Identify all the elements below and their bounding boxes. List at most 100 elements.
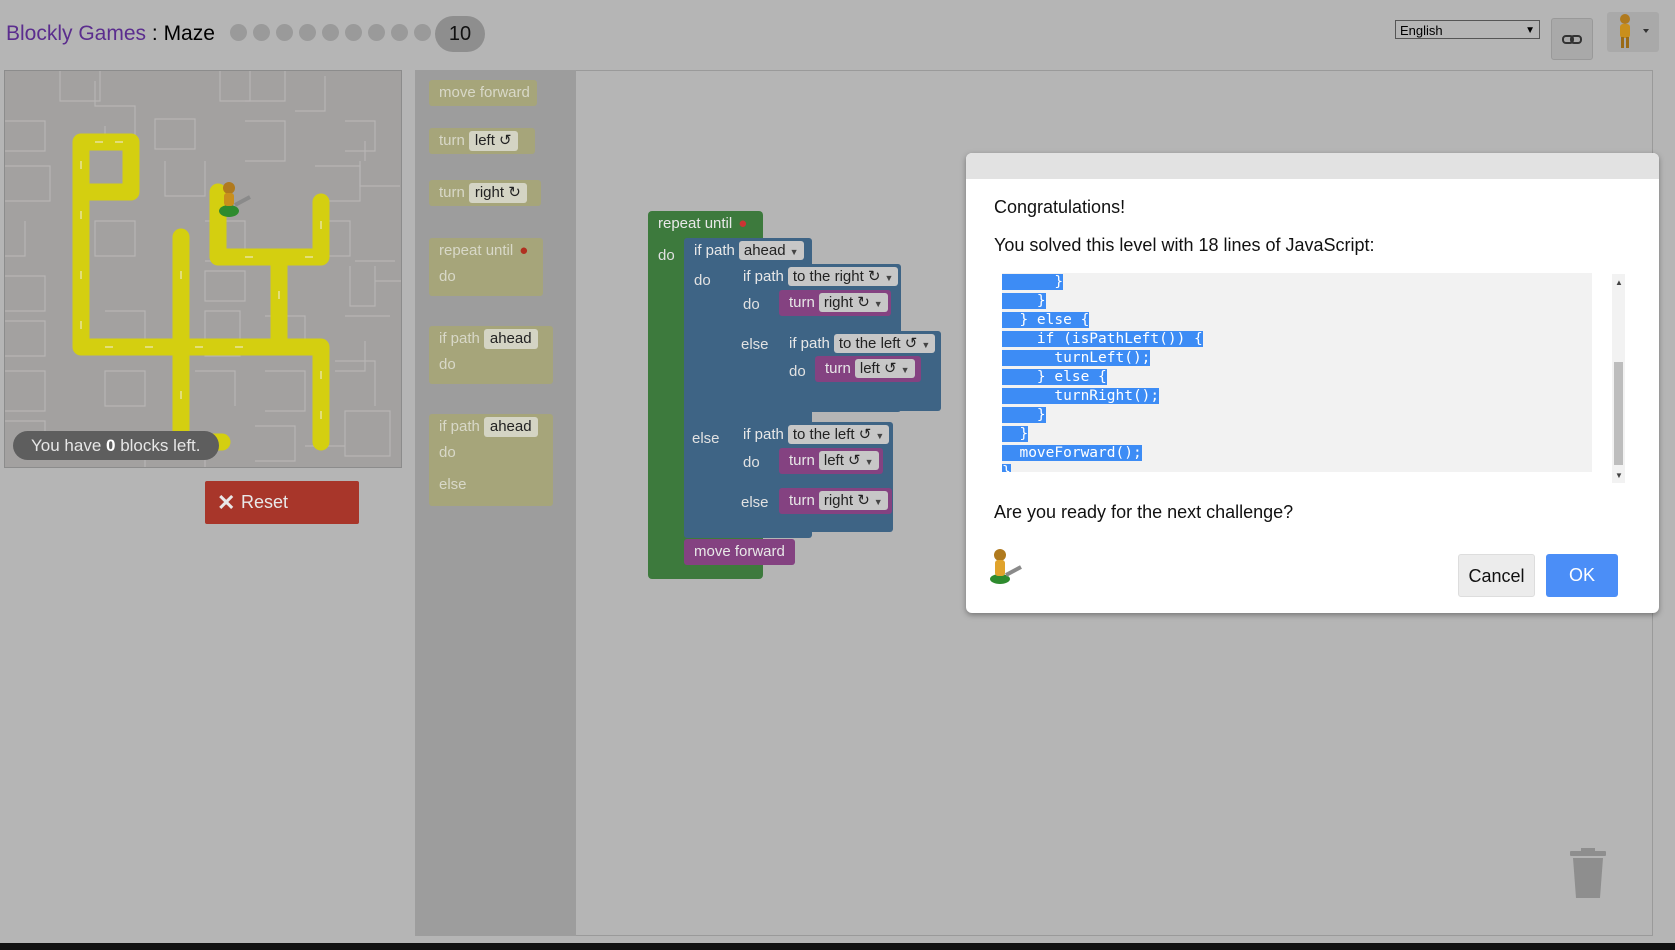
block-label: do <box>743 454 760 471</box>
avatar-menu-button[interactable] <box>1607 12 1659 52</box>
language-value: English <box>1400 23 1443 38</box>
dialog-solved-text: You solved this level with 18 lines of J… <box>994 235 1375 255</box>
dropdown-arrow-icon: ▼ <box>873 497 883 507</box>
block-label: if path <box>743 268 784 285</box>
block-label: do <box>789 363 806 380</box>
close-icon: ✕ <box>217 490 236 515</box>
code-line-text: } <box>1002 293 1046 309</box>
level-dot-6[interactable] <box>345 24 362 41</box>
toolbox-if-else-block[interactable]: if path ahead do else <box>429 414 553 506</box>
congratulations-dialog: Congratulations! You solved this level w… <box>966 153 1659 613</box>
toolbox-move-forward-block[interactable]: move forward <box>429 80 537 106</box>
code-scrollbar[interactable]: ▲ ▼ <box>1612 274 1625 483</box>
page-title: Blockly Games : Maze <box>6 22 215 46</box>
path-field[interactable]: ahead <box>483 329 538 349</box>
code-line: } <box>1002 292 1046 311</box>
block-label: do <box>439 444 456 461</box>
link-icon <box>1562 35 1582 44</box>
level-dot-7[interactable] <box>368 24 385 41</box>
code-view[interactable]: } } } else { if (isPathLeft()) { turnLef… <box>1002 273 1592 472</box>
block-label: turn <box>789 294 815 311</box>
cancel-button[interactable]: Cancel <box>1458 554 1535 597</box>
toolbox-turn-right-block[interactable]: turn right ↻ <box>429 180 541 206</box>
blocks-left-prefix: You have <box>31 436 106 455</box>
block-label: repeat until <box>439 242 514 259</box>
code-line-text: if (isPathLeft()) { <box>1002 331 1203 347</box>
path-field[interactable]: to the right ↻ ▼ <box>787 267 899 286</box>
toolbox-turn-left-block[interactable]: turn left ↺ <box>429 128 535 154</box>
direction-field[interactable]: left ↺ ▼ <box>854 359 915 378</box>
field-value: to the right ↻ <box>792 268 881 285</box>
link-button[interactable] <box>1551 18 1593 60</box>
level-dot-8[interactable] <box>391 24 408 41</box>
block-label: turn <box>789 492 815 509</box>
block-label: do <box>694 272 711 289</box>
direction-field[interactable]: left ↺ ▼ <box>818 451 879 470</box>
direction-field[interactable]: left ↺ <box>468 131 518 151</box>
app-name-link[interactable]: Blockly Games <box>6 22 146 45</box>
level-dot-4[interactable] <box>299 24 316 41</box>
dialog-title-bar[interactable] <box>966 153 1659 179</box>
block-label: if path <box>694 242 735 259</box>
turn-left-block[interactable]: turn left ↺ ▼ <box>779 448 883 474</box>
game-name: Maze <box>163 22 215 45</box>
ok-button[interactable]: OK <box>1546 554 1618 597</box>
scroll-up-icon[interactable]: ▲ <box>1615 278 1623 287</box>
dropdown-arrow-icon: ▼ <box>875 431 885 441</box>
code-line-text: moveForward(); <box>1002 445 1142 461</box>
bottom-edge <box>0 943 1675 950</box>
path-field[interactable]: to the left ↺ ▼ <box>833 334 936 353</box>
scrollbar-thumb[interactable] <box>1614 362 1623 465</box>
code-line: } <box>1002 273 1064 292</box>
level-dot-9[interactable] <box>414 24 431 41</box>
if-else-left-block[interactable]: if path to the left ↺ ▼ do else <box>733 422 893 532</box>
path-field[interactable]: to the left ↺ ▼ <box>787 425 890 444</box>
maze-board <box>4 70 402 468</box>
turn-right-block[interactable]: turn right ↻ ▼ <box>779 290 891 316</box>
level-dot-5[interactable] <box>322 24 339 41</box>
code-line-text: turnLeft(); <box>1002 350 1151 366</box>
dropdown-arrow-icon: ▼ <box>921 340 931 350</box>
toolbox-if-path-block[interactable]: if path ahead do <box>429 326 553 384</box>
field-value: right ↻ <box>823 294 870 311</box>
code-line-text: } <box>1002 274 1064 290</box>
field-value: left ↺ <box>859 360 897 377</box>
level-dot-3[interactable] <box>276 24 293 41</box>
trash-icon[interactable] <box>1568 848 1608 900</box>
code-line-text: } <box>1002 464 1011 472</box>
code-line: } <box>1002 406 1046 425</box>
block-label: else <box>741 494 769 511</box>
code-line-text: } else { <box>1002 369 1107 385</box>
block-label: if path <box>743 426 784 443</box>
toolbox: move forward turn left ↺ turn right ↻ repe… <box>415 70 576 936</box>
language-select[interactable]: English ▼ <box>1395 20 1540 39</box>
block-label: move forward <box>439 84 530 101</box>
level-dot-1[interactable] <box>230 24 247 41</box>
field-value: to the left ↺ <box>838 335 918 352</box>
turn-left-block[interactable]: turn left ↺ ▼ <box>815 356 921 382</box>
move-forward-block[interactable]: move forward <box>684 539 795 565</box>
dropdown-arrow-icon: ▼ <box>873 299 883 309</box>
toolbox-repeat-until-block[interactable]: repeat until ● do <box>429 238 543 296</box>
block-label: move forward <box>694 543 785 560</box>
direction-field[interactable]: right ↻ ▼ <box>818 293 888 312</box>
path-field[interactable]: ahead <box>483 417 538 437</box>
reset-button[interactable]: ✕ Reset <box>205 481 359 524</box>
code-line-text: } <box>1002 426 1029 442</box>
current-level-badge[interactable]: 10 <box>435 16 485 52</box>
blocks-left-counter: You have 0 blocks left. <box>13 431 219 460</box>
scroll-down-icon[interactable]: ▼ <box>1615 471 1623 480</box>
level-dot-2[interactable] <box>253 24 270 41</box>
field-value: left ↺ <box>823 452 861 469</box>
goal-marker-icon: ● <box>738 215 748 232</box>
direction-field[interactable]: right ↻ <box>468 183 527 203</box>
turn-right-block[interactable]: turn right ↻ ▼ <box>779 488 892 514</box>
path-field[interactable]: ahead ▼ <box>738 241 804 260</box>
level-dots <box>230 24 431 41</box>
direction-field[interactable]: right ↻ ▼ <box>818 491 888 510</box>
dialog-next-text: Are you ready for the next challenge? <box>994 502 1294 522</box>
code-line-text: } <box>1002 407 1046 423</box>
dialog-congrats-text: Congratulations! <box>994 197 1126 217</box>
field-value: ahead <box>743 242 786 259</box>
block-label: turn <box>789 452 815 469</box>
